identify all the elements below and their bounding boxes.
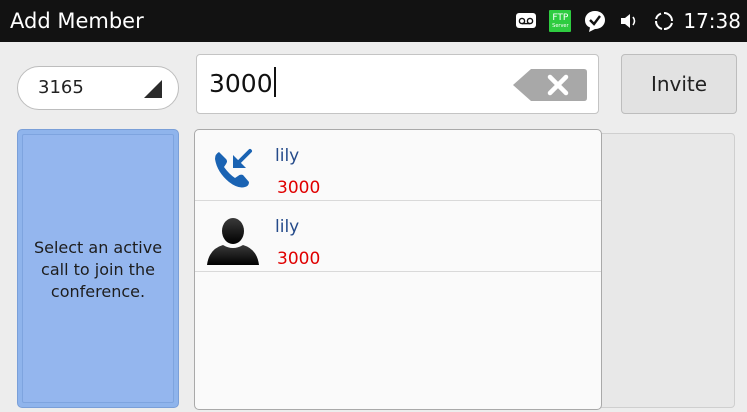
suggestion-number: 3000: [277, 249, 321, 269]
suggestion-number: 3000: [277, 178, 321, 198]
status-icons: FTP Server 17:38: [503, 0, 741, 42]
suggestion-name: lily: [275, 217, 300, 237]
check-bubble-icon: [583, 9, 607, 33]
invite-button[interactable]: Invite: [621, 54, 737, 114]
dropdown-arrow-icon: [144, 80, 162, 98]
status-bar: Add Member FTP Server 17:38: [0, 0, 747, 42]
ftp-sub-label: Server: [552, 22, 569, 29]
suggestion-name: lily: [275, 146, 300, 166]
number-input-value: 3000: [209, 69, 273, 98]
active-call-panel-inner: Select an active call to join the confer…: [22, 134, 174, 403]
incoming-call-icon: [205, 140, 261, 196]
number-input[interactable]: 3000: [196, 54, 599, 114]
backspace-icon: [513, 69, 587, 101]
suggestion-list: lily 3000 lily 3000: [194, 129, 602, 410]
active-call-hint: Select an active call to join the confer…: [33, 238, 163, 301]
clear-input-button[interactable]: [513, 68, 588, 102]
volume-icon: [619, 11, 641, 31]
clock-time: 17:38: [683, 9, 741, 33]
suggestion-row-contact[interactable]: lily 3000: [195, 201, 601, 272]
sync-icon: [653, 10, 675, 32]
ftp-label: FTP: [552, 12, 569, 23]
account-value: 3165: [38, 77, 84, 98]
screen-title: Add Member: [10, 9, 144, 33]
contact-avatar-icon: [205, 211, 261, 267]
right-side-panel: [598, 133, 735, 408]
number-input-text: 3000: [209, 67, 276, 101]
ftp-server-icon: FTP Server: [549, 10, 572, 32]
suggestion-row-call-history[interactable]: lily 3000: [195, 130, 601, 201]
voicemail-icon: [515, 11, 537, 31]
active-call-panel[interactable]: Select an active call to join the confer…: [17, 129, 179, 408]
text-cursor: [273, 67, 276, 97]
account-dropdown[interactable]: 3165: [17, 66, 179, 110]
